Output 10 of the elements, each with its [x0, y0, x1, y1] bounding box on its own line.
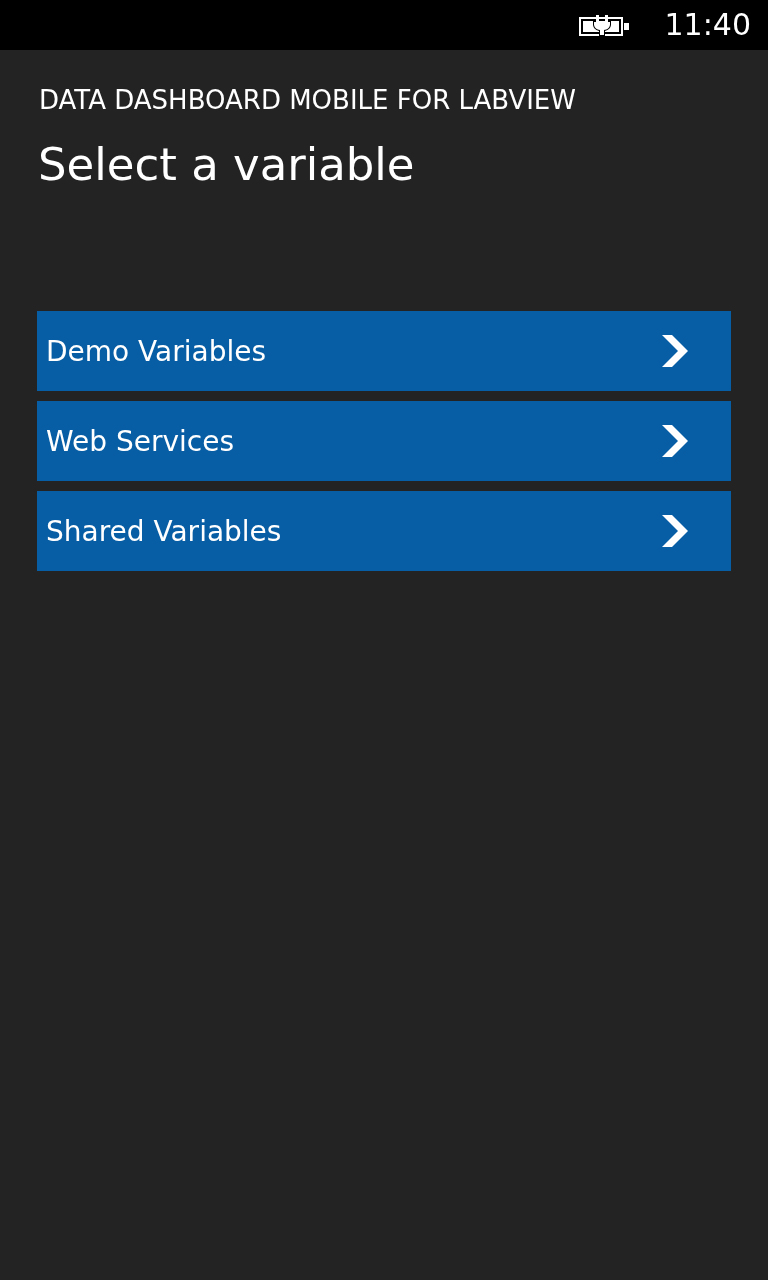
menu-item[interactable]: Web Services — [37, 401, 731, 481]
chevron-right-icon — [662, 335, 688, 367]
battery-charging-icon — [578, 15, 631, 37]
chevron-right-icon — [662, 425, 688, 457]
menu-item[interactable]: Shared Variables — [37, 491, 731, 571]
page-title: Select a variable — [37, 137, 416, 193]
app-title: DATA DASHBOARD MOBILE FOR LABVIEW — [38, 84, 577, 117]
menu-item[interactable]: Demo Variables — [37, 311, 731, 391]
chevron-right-icon — [662, 515, 688, 547]
clock-time: 11:40 — [664, 7, 751, 43]
